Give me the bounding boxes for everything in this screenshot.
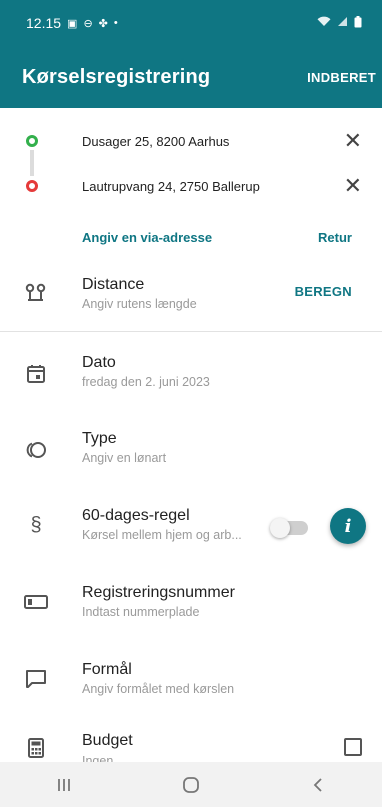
license-plate-icon: [24, 590, 48, 614]
image-notification-icon: ▣: [67, 17, 78, 30]
from-address[interactable]: Dusager 25, 8200 Aarhus: [82, 134, 229, 149]
do-not-disturb-icon: ⊖: [83, 17, 93, 30]
recent-apps-icon[interactable]: [34, 770, 94, 800]
budget-sub: Ingen: [82, 754, 114, 762]
system-nav-bar: [0, 762, 382, 807]
route-connector: [30, 150, 34, 176]
section-icon: §: [30, 513, 42, 536]
fan-notification-icon: ✤: [98, 17, 108, 30]
sixty-day-rule-sub: Kørsel mellem hjem og arb...: [82, 528, 242, 542]
distance-row[interactable]: Distance Angiv rutens længde BEREGN: [0, 272, 382, 330]
budget-label: Budget: [82, 732, 133, 749]
comment-icon: [24, 667, 48, 691]
purpose-sub: Angiv formålet med kørslen: [82, 682, 235, 696]
sixty-day-rule-row[interactable]: § 60-dages-regel Kørsel mellem hjem og a…: [0, 505, 382, 555]
budget-row[interactable]: Budget Ingen: [0, 730, 382, 762]
distance-label: Distance: [82, 276, 145, 293]
type-label: Type: [82, 430, 117, 447]
info-button[interactable]: i: [330, 508, 366, 544]
end-pin-icon: [26, 180, 38, 192]
section-divider: [0, 331, 382, 332]
calendar-icon: [24, 362, 48, 386]
signal-icon: [337, 16, 348, 30]
status-bar: 12.15 ▣ ⊖ ✤ •: [0, 0, 382, 46]
to-address[interactable]: Lautrupvang 24, 2750 Ballerup: [82, 179, 260, 194]
start-pin-icon: [26, 135, 38, 147]
clear-from-icon[interactable]: ✕: [344, 130, 362, 152]
battery-icon: [354, 15, 362, 31]
budget-checkbox[interactable]: [344, 738, 362, 756]
status-time: 12.15: [26, 15, 62, 31]
date-value: fredag den 2. juni 2023: [82, 375, 210, 389]
registration-number-row[interactable]: Registreringsnummer Indtast nummerplade: [0, 582, 382, 632]
date-row[interactable]: Dato fredag den 2. juni 2023: [0, 352, 382, 402]
app-bar: Kørselsregistrering INDBERET: [0, 46, 382, 108]
sixty-day-rule-toggle[interactable]: [270, 518, 308, 538]
registration-number-label: Registreringsnummer: [82, 584, 235, 601]
type-sub: Angiv en lønart: [82, 451, 167, 465]
date-label: Dato: [82, 354, 116, 371]
clear-to-icon[interactable]: ✕: [344, 175, 362, 197]
calculator-icon: [24, 736, 48, 760]
beregn-button[interactable]: BEREGN: [295, 284, 352, 299]
indberet-button[interactable]: INDBERET: [307, 70, 376, 85]
type-icon: [24, 438, 48, 462]
type-row[interactable]: Type Angiv en lønart: [0, 428, 382, 478]
back-icon[interactable]: [288, 770, 348, 800]
purpose-label: Formål: [82, 661, 132, 678]
route-icon: [24, 282, 48, 306]
distance-sub: Angiv rutens længde: [82, 297, 197, 311]
home-icon[interactable]: [161, 770, 221, 800]
sixty-day-rule-label: 60-dages-regel: [82, 507, 190, 524]
more-notifications-icon: •: [113, 17, 118, 29]
registration-number-sub: Indtast nummerplade: [82, 605, 200, 619]
page-title: Kørselsregistrering: [22, 65, 211, 88]
add-via-address-link[interactable]: Angiv en via-adresse: [82, 230, 212, 245]
wifi-icon: [317, 16, 331, 30]
purpose-row[interactable]: Formål Angiv formålet med kørslen: [0, 659, 382, 709]
return-link[interactable]: Retur: [318, 230, 352, 245]
toggle-knob: [270, 518, 290, 538]
